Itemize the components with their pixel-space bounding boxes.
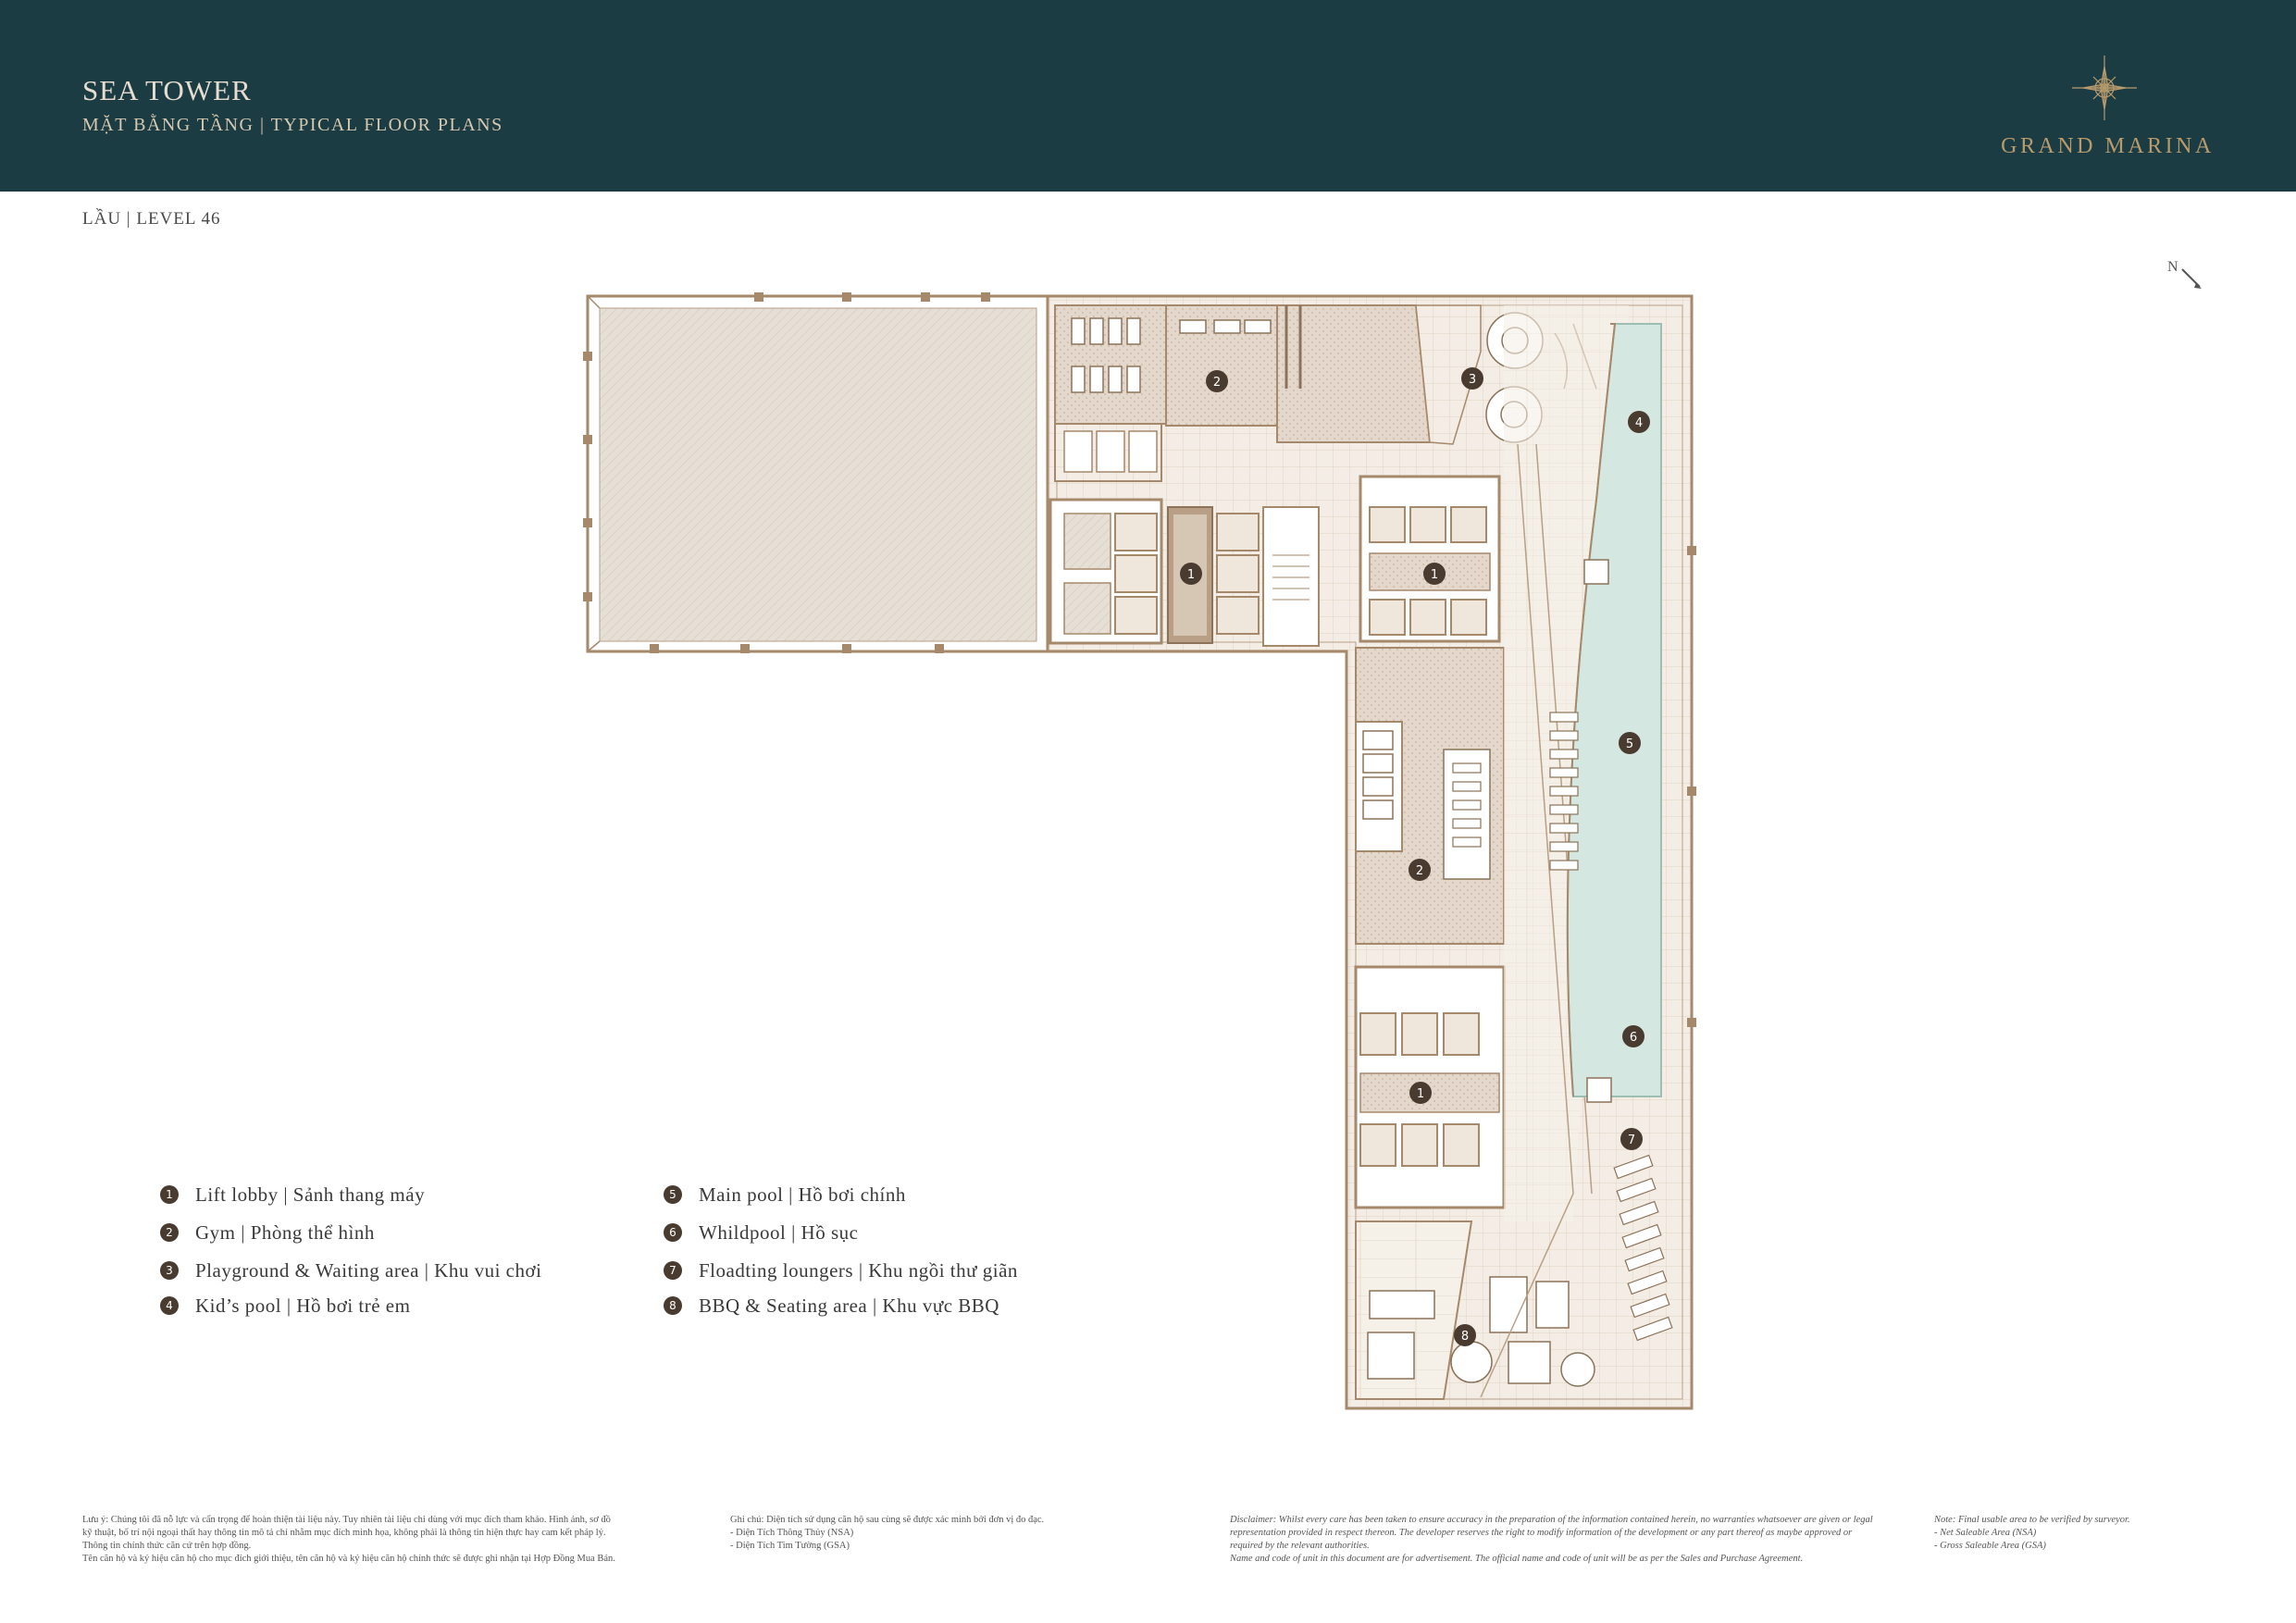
marker-gym-1: 2 <box>1206 370 1228 392</box>
legend-label: BBQ & Seating area | Khu vực BBQ <box>699 1294 999 1317</box>
legend-number: 3 <box>160 1261 179 1280</box>
marker-gym-2: 2 <box>1409 859 1431 881</box>
svg-text:4: 4 <box>1635 416 1643 430</box>
footer-vn-note: Lưu ý: Chúng tôi đã nỗ lực và cẩn trọng … <box>82 1515 615 1564</box>
legend-number: 6 <box>664 1223 682 1242</box>
legend-number: 5 <box>664 1185 682 1204</box>
svg-text:8: 8 <box>1461 1330 1469 1344</box>
legend-number: 1 <box>160 1185 179 1204</box>
legend-label: Playground & Waiting area | Khu vui chơi <box>195 1258 542 1282</box>
legend-item-playground: 3 Playground & Waiting area | Khu vui ch… <box>160 1257 541 1284</box>
legend-label: Gym | Phòng thể hình <box>195 1220 375 1244</box>
legend-number: 7 <box>664 1261 682 1280</box>
amenity-floor <box>1046 294 1696 1410</box>
legend-item-lift-lobby: 1 Lift lobby | Sảnh thang máy <box>160 1181 425 1208</box>
svg-text:2: 2 <box>1416 864 1423 878</box>
marker-floating-loungers: 7 <box>1620 1128 1643 1150</box>
footer-vn-area: Ghi chú: Diện tích sử dụng căn hộ sau cù… <box>730 1515 1045 1551</box>
footer-en-area: Note: Final usable area to be verified b… <box>1934 1515 2130 1551</box>
legend-item-gym: 2 Gym | Phòng thể hình <box>160 1219 375 1246</box>
marker-bbq: 8 <box>1454 1324 1476 1346</box>
legend-number: 4 <box>160 1296 179 1315</box>
svg-text:7: 7 <box>1628 1134 1635 1147</box>
svg-text:5: 5 <box>1626 737 1633 751</box>
legend-item-floating-loungers: 7 Floadting loungers | Khu ngồi thư giãn <box>664 1257 1018 1284</box>
marker-whirlpool: 6 <box>1622 1025 1644 1047</box>
svg-text:1: 1 <box>1431 568 1438 582</box>
legend-item-main-pool: 5 Main pool | Hồ bơi chính <box>664 1181 906 1208</box>
left-slab <box>583 292 1049 653</box>
legend-label: Main pool | Hồ bơi chính <box>699 1183 906 1206</box>
svg-text:6: 6 <box>1630 1031 1637 1045</box>
legend-label: Lift lobby | Sảnh thang máy <box>195 1183 426 1206</box>
legend-item-whirlpool: 6 Whildpool | Hồ sục <box>664 1219 858 1246</box>
marker-lift-lobby-1: 1 <box>1180 563 1202 585</box>
legend-label: Whildpool | Hồ sục <box>699 1220 859 1244</box>
svg-text:2: 2 <box>1213 376 1221 390</box>
legend-label: Floadting loungers | Khu ngồi thư giãn <box>699 1258 1018 1282</box>
marker-main-pool: 5 <box>1619 732 1641 754</box>
marker-lift-lobby-3: 1 <box>1409 1082 1432 1104</box>
marker-kids-pool: 4 <box>1628 411 1650 433</box>
marker-lift-lobby-2: 1 <box>1423 563 1446 585</box>
marker-playground: 3 <box>1461 367 1483 390</box>
footer-en-disclaimer: Disclaimer: Whilst every care has been t… <box>1230 1515 1873 1564</box>
legend-number: 2 <box>160 1223 179 1242</box>
legend-label: Kid’s pool | Hồ bơi trẻ em <box>195 1294 411 1317</box>
floor-plan: 1 1 1 2 2 3 4 5 6 7 8 <box>583 292 1696 1410</box>
svg-text:1: 1 <box>1187 568 1195 582</box>
legend-number: 8 <box>664 1296 682 1315</box>
svg-text:1: 1 <box>1417 1087 1424 1101</box>
legend-item-kids-pool: 4 Kid’s pool | Hồ bơi trẻ em <box>160 1292 410 1319</box>
legend-item-bbq: 8 BBQ & Seating area | Khu vực BBQ <box>664 1292 999 1319</box>
svg-text:3: 3 <box>1469 373 1476 387</box>
